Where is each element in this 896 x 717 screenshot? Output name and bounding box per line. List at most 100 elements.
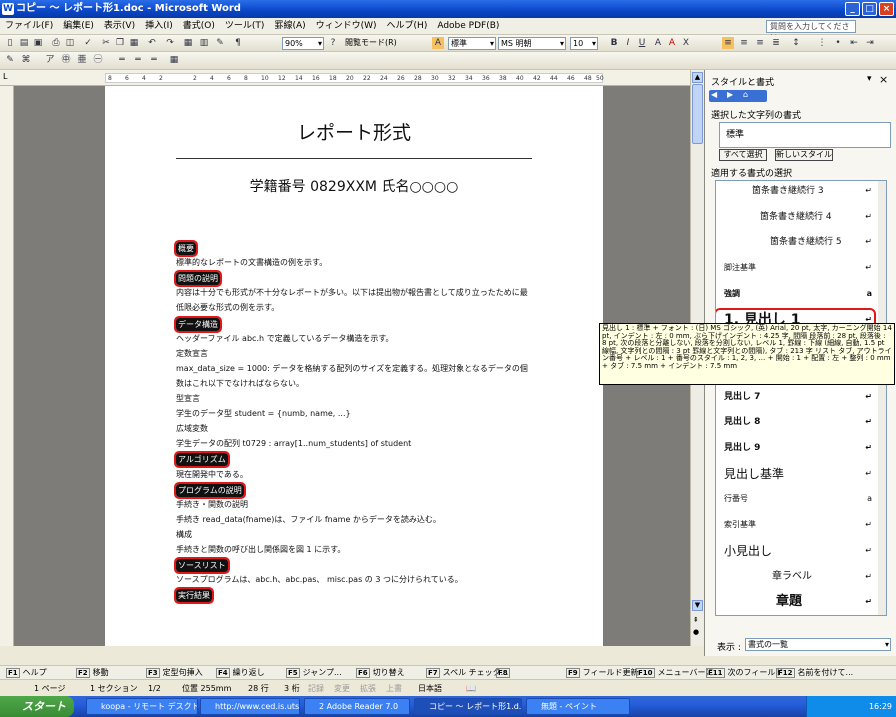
ruby-icon[interactable]: ア [44,54,56,66]
style-item[interactable]: 箇条書き継続行 4 ↵ [716,207,874,227]
line-icon-2[interactable]: ═ [132,54,144,66]
doc-heading[interactable]: 実行結果 [174,587,214,605]
print-icon[interactable]: ⎙ [50,37,62,49]
doc-heading[interactable]: 概要 [174,240,198,257]
style-item[interactable]: 脚注基準 ↵ [716,258,874,278]
fn-key[interactable]: F5 ジャンプ... [286,667,342,679]
new-style-button[interactable]: 新しいスタイル [775,149,833,161]
font-select[interactable]: MS 明朝 [498,37,566,50]
doc-paragraph[interactable]: 数はこれ以下でなければならない。 [176,378,304,389]
char-scale-icon[interactable]: X [680,37,692,49]
italic-icon[interactable]: I [622,37,634,49]
save-icon[interactable]: ▣ [32,37,44,49]
start-button[interactable]: スタート [0,696,74,717]
help-icon[interactable]: ? [327,37,339,49]
scroll-up-icon[interactable]: ▲ [692,72,703,83]
new-icon[interactable]: ▯ [4,37,16,49]
open-icon[interactable]: ▤ [18,37,30,49]
fn-key[interactable]: F6 切り替え [356,667,405,679]
menu-insert[interactable]: 挿入(I) [140,18,178,35]
taskbar-koopa[interactable]: koopa - リモート デスクト... [86,698,198,715]
doc-paragraph[interactable]: 手続きと関数の呼び出し関係図を図 1 に示す。 [176,544,345,555]
style-item[interactable]: 章ラベル ↵ [716,567,874,587]
line-icon-3[interactable]: ═ [148,54,160,66]
align-justify-icon[interactable]: ≡ [722,37,734,49]
menu-format[interactable]: 書式(O) [178,18,220,35]
menu-window[interactable]: ウィンドウ(W) [311,18,382,35]
doc-heading[interactable]: 問題の説明 [174,270,222,288]
track-changes-icon[interactable]: ⌘ [20,54,32,66]
select-all-button[interactable]: すべて選択 [719,149,767,161]
font-size-select[interactable]: 10 [570,37,598,50]
home-icon[interactable]: ⌂ [743,90,748,99]
selected-format-box[interactable]: 標準 [719,122,891,148]
style-item[interactable]: 強調 a [716,284,874,304]
doc-heading[interactable]: ソースリスト [174,557,230,575]
maximize-button[interactable]: □ [862,2,877,16]
style-list-scrollbar[interactable] [878,181,886,615]
tab-selector-icon[interactable]: L [3,72,7,81]
taskbar-browser[interactable]: http://www.ced.is.uts... [200,698,300,715]
prev-page-icon[interactable]: ⇞ [693,616,699,624]
undo-icon[interactable]: ↶ [146,37,158,49]
line-spacing-icon[interactable]: ↕ [790,37,802,49]
font-color-icon[interactable]: A [666,37,678,49]
doc-paragraph[interactable]: 構成 [176,529,192,540]
bold-icon[interactable]: B [608,37,620,49]
preview-icon[interactable]: ◫ [64,37,76,49]
doc-paragraph[interactable]: 内容は十分でも形式が不十分なレポートが多い。以下は提出物が報告書として成り立った… [176,287,528,298]
browse-object-icon[interactable]: ● [693,628,699,636]
minimize-button[interactable]: _ [845,2,860,16]
taskbar-paint[interactable]: 無題 - ペイント [526,698,630,715]
fn-key[interactable]: F9 フィールド更新 [566,667,639,679]
doc-paragraph[interactable]: 定数宣言 [176,348,208,359]
doc-heading[interactable]: アルゴリズム [174,451,230,469]
horizontal-ruler[interactable]: L 8 6 4 2 2 4 6 8 10 12 14 16 18 20 22 2… [0,70,700,86]
scroll-down-icon[interactable]: ▼ [692,600,703,611]
status-ext[interactable]: 拡張 [360,680,376,697]
doc-paragraph[interactable]: 型宣言 [176,393,200,404]
redo-icon[interactable]: ↷ [164,37,176,49]
style-pane-icon[interactable]: A [432,37,444,49]
doc-title[interactable]: レポート形式 [105,118,603,145]
drawing-icon[interactable]: ✎ [214,37,226,49]
back-icon[interactable]: ◀ [711,90,717,99]
scroll-thumb[interactable] [692,84,703,144]
doc-heading[interactable]: プログラムの説明 [174,481,246,499]
menu-view[interactable]: 表示(V) [99,18,140,35]
fn-key[interactable]: F8 [496,667,513,679]
spell-status-icon[interactable]: 📖 [466,680,476,697]
paste-icon[interactable]: ▦ [128,37,140,49]
menu-file[interactable]: ファイル(F) [0,18,58,35]
doc-heading[interactable]: データ構造 [174,315,222,333]
doc-paragraph[interactable]: 学生のデータ型 student = {numb, name, ...} [176,408,351,419]
doc-paragraph[interactable]: ソースプログラムは、abc.h、abc.pas、 misc.pas の 3 つに… [176,574,463,585]
help-search-input[interactable]: 質問を入力してください [766,20,856,42]
reviewing-icon[interactable]: ✎ [4,54,16,66]
status-trk[interactable]: 変更 [334,680,350,697]
menu-tools[interactable]: ツール(T) [220,18,270,35]
taskbar-word[interactable]: コピー ～ レポート形1.d... [414,698,522,715]
doc-paragraph[interactable]: 手続き・関数の説明 [176,499,248,510]
menu-help[interactable]: ヘルプ(H) [382,18,433,35]
distribute-icon[interactable]: ≣ [770,37,782,49]
fn-key[interactable]: F3 定型句挿入 [146,667,203,679]
close-button[interactable]: × [879,2,894,16]
pane-close-icon[interactable]: × [879,73,888,86]
columns-icon[interactable]: ▥ [198,37,210,49]
taskbar-adobe-reader[interactable]: 2 Adobe Reader 7.0 [304,698,410,715]
menu-edit[interactable]: 編集(E) [58,18,99,35]
style-item[interactable]: 章題 ↵ [716,592,874,612]
grid-icon[interactable]: ▦ [168,54,180,66]
doc-paragraph[interactable]: 学生データの配列 t0729 : array[1..num_students] … [176,438,411,449]
doc-paragraph[interactable]: 広域変数 [176,423,208,434]
numbering-icon[interactable]: ⋮ [816,37,828,49]
status-rec[interactable]: 記録 [308,680,324,697]
char-border-icon[interactable]: A [652,37,664,49]
fn-key[interactable]: F11 次のフィールド [706,667,783,679]
line-icon-1[interactable]: ═ [116,54,128,66]
fn-key[interactable]: F4 繰り返し [216,667,265,679]
document-page[interactable]: レポート形式 学籍番号 0829XXM 氏名○○○○ 概要 標準的なレポートの文書… [105,86,603,646]
doc-paragraph[interactable]: 低限必要な形式の例を示す。 [176,302,279,313]
style-item[interactable]: 箇条書き継続行 3 ↵ [716,181,874,201]
